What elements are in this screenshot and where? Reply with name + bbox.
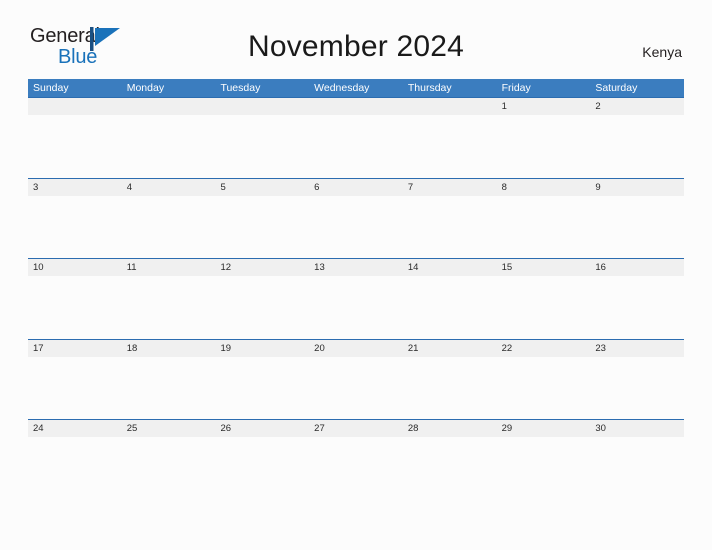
week-event-area[interactable] xyxy=(28,276,684,339)
day-cell[interactable]: 16 xyxy=(590,259,684,276)
weekday-header-wednesday: Wednesday xyxy=(314,82,370,94)
week-row: 1 2 xyxy=(28,97,684,178)
page-header: General Blue November 2024 Kenya xyxy=(0,0,712,67)
day-cell[interactable]: 7 xyxy=(403,179,497,196)
region-label: Kenya xyxy=(642,44,682,60)
date-number-band: 1 2 xyxy=(28,98,684,115)
day-cell[interactable] xyxy=(28,98,122,115)
day-cell[interactable]: 20 xyxy=(309,340,403,357)
week-event-area[interactable] xyxy=(28,115,684,178)
page-title: November 2024 xyxy=(247,30,465,63)
day-cell[interactable]: 8 xyxy=(497,179,591,196)
week-event-area[interactable] xyxy=(28,357,684,420)
weekday-header-saturday: Saturday xyxy=(595,82,638,94)
day-cell[interactable]: 28 xyxy=(403,420,497,437)
date-number-band: 3 4 5 6 7 8 9 xyxy=(28,178,684,196)
day-cell[interactable]: 9 xyxy=(590,179,684,196)
day-cell[interactable]: 11 xyxy=(122,259,216,276)
week-row: 17 18 19 20 21 22 23 xyxy=(28,338,684,420)
day-cell[interactable]: 29 xyxy=(497,420,591,437)
week-event-area[interactable] xyxy=(28,437,684,500)
day-cell[interactable]: 17 xyxy=(28,340,122,357)
day-cell[interactable]: 1 xyxy=(497,98,591,115)
weekday-header-monday: Monday xyxy=(126,82,165,94)
day-cell[interactable]: 3 xyxy=(28,179,122,196)
date-number-band: 10 11 12 13 14 15 16 xyxy=(28,259,684,276)
day-cell[interactable]: 14 xyxy=(403,259,497,276)
day-cell[interactable]: 15 xyxy=(497,259,591,276)
weekday-header-sunday: Sunday xyxy=(33,82,69,94)
weekday-header-row: Sunday Monday Tuesday Wednesday Thursday… xyxy=(28,79,684,97)
day-cell[interactable]: 22 xyxy=(497,340,591,357)
day-cell[interactable]: 24 xyxy=(28,420,122,437)
day-cell[interactable]: 26 xyxy=(215,420,309,437)
day-cell[interactable]: 6 xyxy=(309,179,403,196)
week-event-area[interactable] xyxy=(28,196,684,259)
day-cell[interactable]: 13 xyxy=(309,259,403,276)
day-cell[interactable]: 2 xyxy=(590,98,684,115)
day-cell[interactable]: 12 xyxy=(215,259,309,276)
day-cell[interactable]: 25 xyxy=(122,420,216,437)
weekday-header-friday: Friday xyxy=(501,82,531,94)
day-cell[interactable]: 18 xyxy=(122,340,216,357)
day-cell[interactable]: 23 xyxy=(590,340,684,357)
date-number-band: 17 18 19 20 21 22 23 xyxy=(28,339,684,357)
day-cell[interactable]: 19 xyxy=(215,340,309,357)
day-cell[interactable] xyxy=(215,98,309,115)
day-cell[interactable] xyxy=(403,98,497,115)
date-number-band: 24 25 26 27 28 29 30 xyxy=(28,420,684,437)
day-cell[interactable]: 21 xyxy=(403,340,497,357)
week-row: 3 4 5 6 7 8 9 xyxy=(28,177,684,259)
week-row: 10 11 12 13 14 15 16 xyxy=(28,258,684,339)
day-cell[interactable] xyxy=(122,98,216,115)
weekday-header-tuesday: Tuesday xyxy=(220,82,261,94)
day-cell[interactable]: 30 xyxy=(590,420,684,437)
day-cell[interactable]: 10 xyxy=(28,259,122,276)
calendar-grid: Sunday Monday Tuesday Wednesday Thursday… xyxy=(28,79,684,500)
day-cell[interactable]: 5 xyxy=(215,179,309,196)
week-row: 24 25 26 27 28 29 30 xyxy=(28,419,684,500)
day-cell[interactable]: 4 xyxy=(122,179,216,196)
day-cell[interactable] xyxy=(309,98,403,115)
day-cell[interactable]: 27 xyxy=(309,420,403,437)
weekday-header-thursday: Thursday xyxy=(407,82,452,94)
